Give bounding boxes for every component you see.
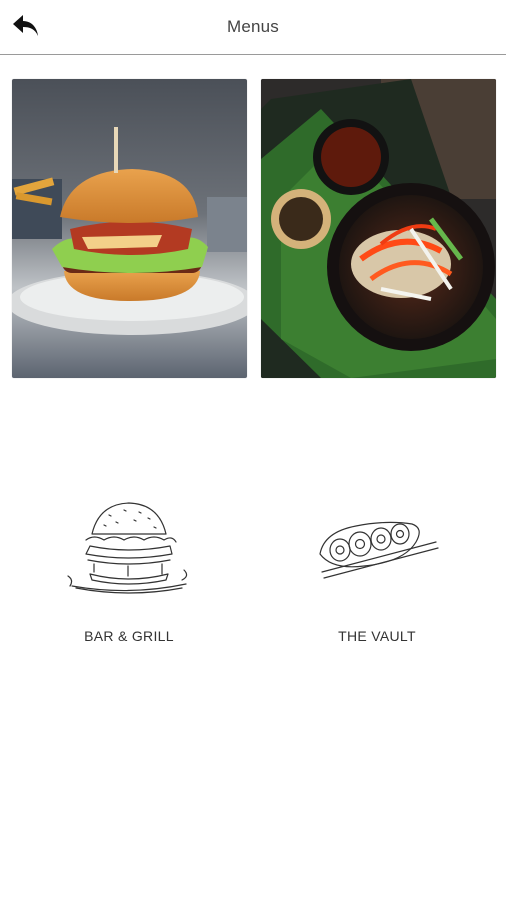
app-header: Menus <box>0 0 506 55</box>
burger-photo-image <box>12 79 247 378</box>
menu-the-vault[interactable]: THE VAULT <box>262 470 492 660</box>
vault-photo[interactable] <box>261 79 496 378</box>
page-title: Menus <box>226 17 280 36</box>
menu-label-bar-grill: BAR & GRILL <box>84 628 174 644</box>
menu-bar-grill[interactable]: BAR & GRILL <box>14 470 244 660</box>
bowl-photo-image <box>261 79 496 378</box>
menu-label-the-vault: THE VAULT <box>338 628 416 644</box>
burger-sketch-icon <box>67 502 188 594</box>
bar-grill-photo[interactable] <box>12 79 247 378</box>
sushi-sketch-icon <box>319 521 439 579</box>
